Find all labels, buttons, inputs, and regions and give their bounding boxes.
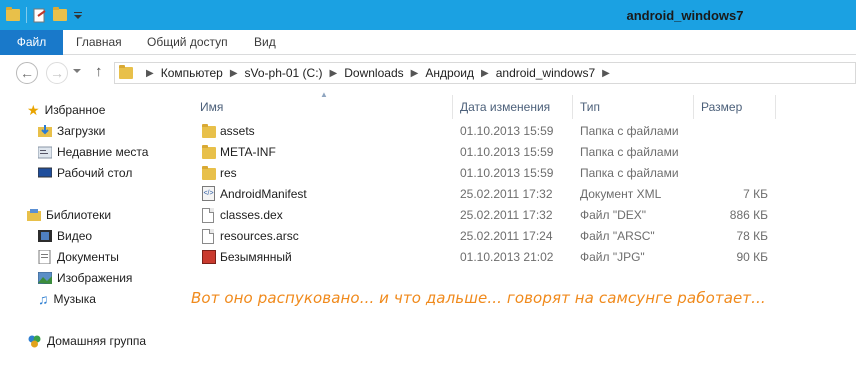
desktop-icon [38,167,52,178]
file-icon [202,208,214,223]
table-row[interactable]: res 01.10.2013 15:59 Папка с файлами [196,163,776,184]
chevron-right-icon: ▶ [146,67,154,79]
navigation-pane: ★ Избранное Загрузки Недавние места Рабо… [0,90,185,367]
column-divider[interactable] [572,95,573,119]
sidebar-item-pictures[interactable]: Изображения [38,268,132,288]
sidebar-item-desktop[interactable]: Рабочий стол [38,163,132,183]
up-button[interactable]: ↑ [95,63,103,80]
column-divider[interactable] [693,95,694,119]
tab-share[interactable]: Общий доступ [147,30,228,55]
navigation-bar: ← → ↑ ▶ Компьютер ▶ sVo-ph-01 (C:) ▶ Downl… [0,56,856,90]
libraries-icon [27,209,41,221]
table-row[interactable]: META-INF 01.10.2013 15:59 Папка с файлам… [196,142,776,163]
folder-icon[interactable] [6,7,20,21]
handwritten-comment: Вот оно распуковано... и что дальше... г… [191,289,766,307]
new-folder-icon[interactable] [53,7,67,21]
folder-icon [202,145,216,159]
music-icon: ♫ [38,291,49,307]
arrow-up-icon: ↑ [95,63,103,80]
downloads-folder-icon [38,125,52,137]
sidebar-item-favorites[interactable]: ★ Избранное [27,100,105,120]
recent-locations-dropdown-icon[interactable] [73,69,81,73]
arrow-left-icon: ← [20,65,34,81]
file-icon [202,229,214,244]
table-row[interactable]: </> AndroidManifest 25.02.2011 17:32 Док… [196,184,776,205]
pictures-icon [38,272,52,284]
breadcrumb-root-chevron[interactable]: ▶ [139,68,161,79]
xml-file-icon: </> [202,186,215,201]
sidebar-item-libraries[interactable]: Библиотеки [27,205,111,225]
video-icon [38,230,52,242]
column-header-date[interactable]: Дата изменения [460,95,550,119]
quick-access-toolbar [6,7,83,23]
chevron-right-icon[interactable]: ▶ [481,68,489,79]
arrow-right-icon: → [50,65,64,81]
recent-places-icon [38,146,52,159]
homegroup-icon [28,335,41,347]
chevron-right-icon[interactable]: ▶ [330,68,338,79]
breadcrumb-item[interactable]: Компьютер ▶ [161,66,245,80]
tab-view[interactable]: Вид [254,30,276,55]
back-button[interactable]: ← [16,62,38,84]
table-row[interactable]: resources.arsc 25.02.2011 17:24 Файл "AR… [196,226,776,247]
title-bar: android_windows7 [0,0,856,30]
file-list: ▲ Имя Дата изменения Тип Размер assets 0… [186,90,856,367]
ribbon-tabs: Файл Главная Общий доступ Вид [0,30,856,55]
image-file-icon [202,250,216,264]
sidebar-item-documents[interactable]: Документы [38,247,119,267]
folder-icon [202,166,216,180]
properties-icon[interactable] [33,8,47,23]
table-row[interactable]: assets 01.10.2013 15:59 Папка с файлами [196,121,776,142]
address-bar[interactable]: ▶ Компьютер ▶ sVo-ph-01 (C:) ▶ Downloads ▶ … [114,62,856,84]
table-row[interactable]: Безымянный 01.10.2013 21:02 Файл "JPG" 9… [196,247,776,268]
breadcrumb-item[interactable]: Downloads ▶ [344,66,425,80]
toolbar-separator [26,7,27,23]
sidebar-item-music[interactable]: ♫ Музыка [38,289,96,309]
column-header-size[interactable]: Размер [701,95,742,119]
column-header-name[interactable]: Имя [200,95,223,119]
sidebar-item-homegroup[interactable]: Домашняя группа [27,331,146,351]
breadcrumb-item[interactable]: Андроид ▶ [425,66,495,80]
column-header-type[interactable]: Тип [580,95,600,119]
star-icon: ★ [27,101,40,118]
sidebar-item-downloads[interactable]: Загрузки [38,121,105,141]
tab-home[interactable]: Главная [76,30,122,55]
sidebar-item-video[interactable]: Видео [38,226,92,246]
folder-icon [202,124,216,138]
chevron-right-icon[interactable]: ▶ [602,68,610,79]
customize-toolbar-dropdown-icon[interactable] [73,10,83,20]
breadcrumb-item[interactable]: android_windows7 ▶ [496,66,617,80]
column-divider[interactable] [452,95,453,119]
address-folder-icon [119,65,133,79]
breadcrumb-item[interactable]: sVo-ph-01 (C:) ▶ [245,66,345,80]
column-divider[interactable] [775,95,776,119]
sort-ascending-icon: ▲ [320,90,328,99]
window-title: android_windows7 [626,8,744,23]
sidebar-item-recent-places[interactable]: Недавние места [38,142,148,162]
table-row[interactable]: classes.dex 25.02.2011 17:32 Файл "DEX" … [196,205,776,226]
chevron-right-icon[interactable]: ▶ [411,68,419,79]
forward-button[interactable]: → [46,62,68,84]
tab-file[interactable]: Файл [0,30,63,55]
documents-icon [38,250,51,264]
chevron-right-icon[interactable]: ▶ [230,68,238,79]
